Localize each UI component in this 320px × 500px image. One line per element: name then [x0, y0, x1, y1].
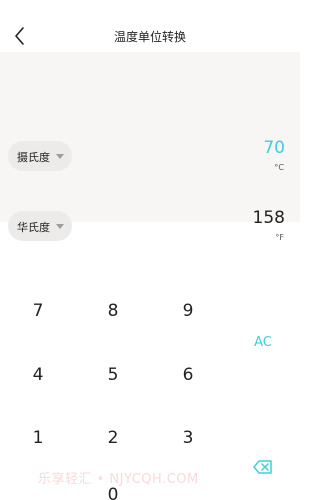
delete-button[interactable]	[253, 459, 273, 475]
key-3[interactable]: 3	[168, 423, 208, 453]
key-8[interactable]: 8	[93, 296, 133, 326]
key-7[interactable]: 7	[18, 296, 58, 326]
to-unit-symbol: °F	[275, 233, 284, 242]
key-9[interactable]: 9	[168, 296, 208, 326]
app-header: 温度单位转换	[0, 0, 300, 52]
caret-down-icon	[56, 154, 64, 159]
key-5[interactable]: 5	[93, 360, 133, 390]
page-title: 温度单位转换	[113, 30, 186, 44]
to-unit-selector[interactable]: 华氏度	[8, 211, 72, 241]
from-value[interactable]: 70	[263, 138, 285, 158]
key-6[interactable]: 6	[168, 360, 208, 390]
watermark: 乐享轻汇 • NJYCQH.COM	[38, 472, 199, 487]
backspace-icon	[253, 460, 272, 474]
clear-button[interactable]: AC	[243, 331, 283, 355]
conversion-panel: 摄氏度 70 °C 华氏度 158 °F	[0, 52, 300, 242]
key-1[interactable]: 1	[18, 423, 58, 453]
caret-down-icon	[56, 224, 64, 229]
key-2[interactable]: 2	[93, 423, 133, 453]
key-4[interactable]: 4	[18, 360, 58, 390]
from-unit-selector[interactable]: 摄氏度	[8, 141, 72, 171]
to-value[interactable]: 158	[253, 208, 285, 228]
to-unit-label: 华氏度	[17, 221, 50, 234]
from-unit-label: 摄氏度	[17, 151, 50, 164]
from-unit-symbol: °C	[274, 163, 284, 172]
